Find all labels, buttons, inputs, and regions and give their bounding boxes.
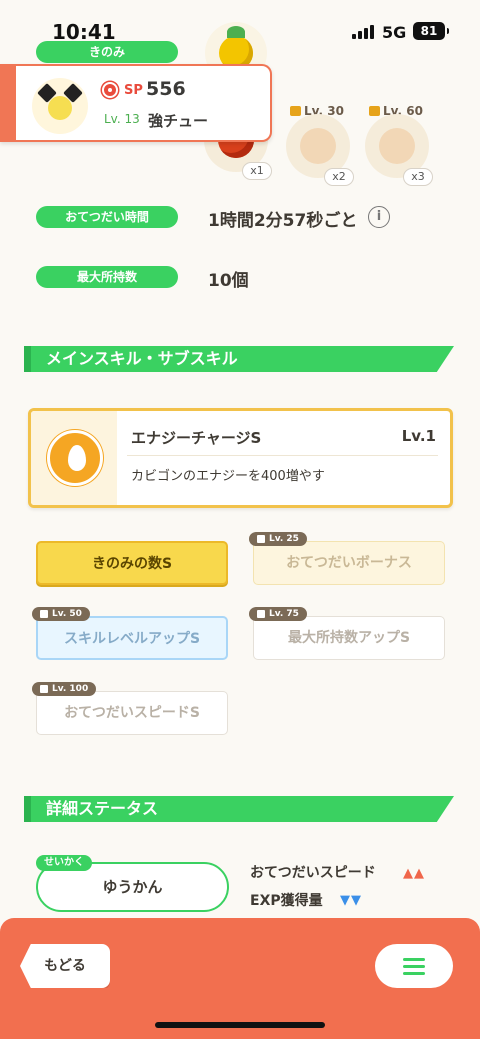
home-indicator[interactable] bbox=[155, 1022, 325, 1028]
divider bbox=[127, 455, 438, 456]
sub-skill-1[interactable]: きのみの数S bbox=[36, 541, 228, 585]
details-section-header: 詳細ステータス bbox=[24, 796, 454, 822]
fire-icon bbox=[47, 430, 103, 486]
sub-skill-unlock-tag: Lv. 75 bbox=[249, 607, 307, 621]
berry-label: きのみ bbox=[36, 41, 178, 63]
sub-skill-4[interactable]: 最大所持数アップS bbox=[253, 616, 445, 660]
menu-button[interactable] bbox=[375, 944, 453, 988]
sub-skill-unlock-tag: Lv. 25 bbox=[249, 532, 307, 546]
lock-icon bbox=[369, 106, 380, 116]
sub-skill-unlock-tag: Lv. 50 bbox=[32, 607, 90, 621]
down-arrows-icon: ▼▼ bbox=[340, 893, 362, 908]
sp-value: 556 bbox=[146, 78, 186, 100]
signal-icon bbox=[352, 23, 374, 39]
pokemon-nickname: 強チュー bbox=[148, 112, 209, 130]
ginger-icon bbox=[300, 128, 336, 164]
ginger-icon bbox=[379, 128, 415, 164]
ingredient-multiplier: x1 bbox=[242, 162, 272, 180]
sub-skill-3[interactable]: スキルレベルアップS bbox=[36, 616, 228, 660]
pokemon-avatar bbox=[32, 78, 88, 134]
main-skill-level: Lv.1 bbox=[401, 427, 436, 445]
ingredient-slot-3[interactable]: x3 bbox=[365, 114, 433, 186]
main-skill-card[interactable]: エナジーチャージS Lv.1 カビゴンのエナジーを400増やす bbox=[28, 408, 453, 508]
lock-icon bbox=[290, 106, 301, 116]
network-label: 5G bbox=[382, 23, 407, 42]
main-skill-description: カビゴンのエナジーを400増やす bbox=[131, 469, 325, 484]
max-carry-label: 最大所持数 bbox=[36, 266, 178, 288]
pokemon-level: Lv. 13 bbox=[104, 112, 140, 126]
back-button[interactable]: もどる bbox=[20, 944, 110, 988]
help-time-label: おてつだい時間 bbox=[36, 206, 178, 228]
nature-down-label: EXP獲得量 bbox=[250, 893, 323, 909]
up-arrows-icon: ▲▲ bbox=[403, 866, 425, 881]
sub-skill-2[interactable]: おてつだいボーナス bbox=[253, 541, 445, 585]
battery-icon: 81 bbox=[413, 22, 449, 40]
nature-up-label: おてつだいスピード bbox=[250, 865, 376, 881]
sp-label: SP bbox=[124, 83, 143, 98]
pokeball-icon bbox=[102, 82, 118, 98]
pokemon-card[interactable]: SP 556 Lv. 13 強チュー bbox=[0, 64, 272, 142]
ingredient-multiplier: x2 bbox=[324, 168, 354, 186]
sub-skill-5[interactable]: おてつだいスピードS bbox=[36, 691, 228, 735]
max-carry-value: 10個 bbox=[208, 271, 249, 291]
ingredient-multiplier: x3 bbox=[403, 168, 433, 186]
info-icon[interactable]: i bbox=[368, 206, 390, 228]
ingredient-slot-2[interactable]: x2 bbox=[286, 114, 354, 186]
skills-section-header: メインスキル・サブスキル bbox=[24, 346, 454, 372]
sub-skill-unlock-tag: Lv. 100 bbox=[32, 682, 97, 696]
nature-tag: せいかく bbox=[36, 855, 92, 871]
help-time-value: 1時間2分57秒ごと bbox=[208, 211, 358, 231]
hamburger-icon bbox=[403, 958, 425, 961]
main-skill-name: エナジーチャージS bbox=[131, 429, 262, 447]
